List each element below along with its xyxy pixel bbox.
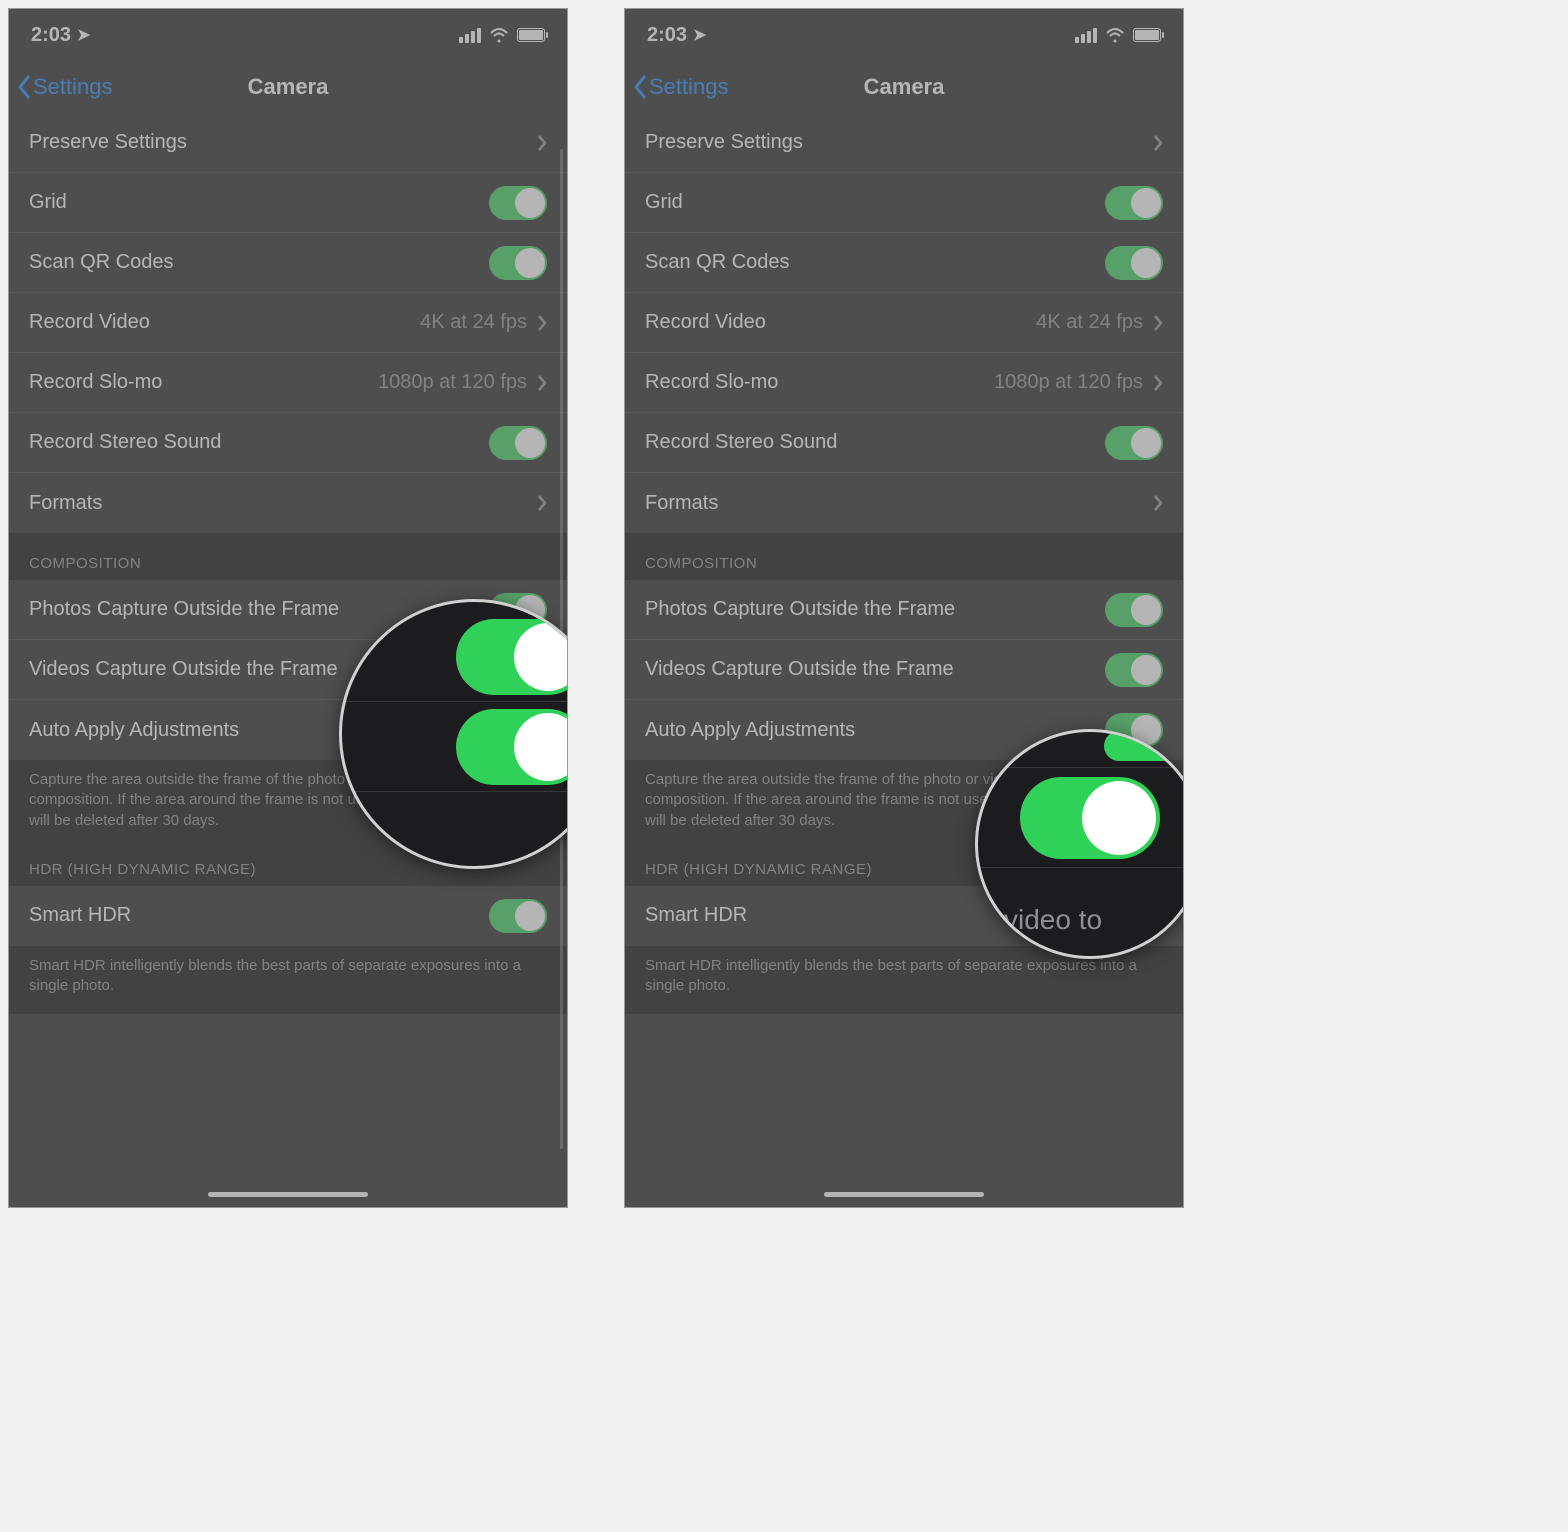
- row-scan-qr[interactable]: Scan QR Codes: [625, 233, 1183, 293]
- wifi-icon: [1105, 27, 1125, 43]
- chevron-right-icon: [1153, 375, 1163, 391]
- toggle-photos-outside[interactable]: [1105, 593, 1163, 627]
- row-scan-qr[interactable]: Scan QR Codes: [9, 233, 567, 293]
- row-record-slomo[interactable]: Record Slo-mo 1080p at 120 fps: [625, 353, 1183, 413]
- mag-toggle-videos-outside[interactable]: [456, 709, 568, 785]
- mag-toggle-photos-outside[interactable]: [456, 619, 568, 695]
- nav-bar: Settings Camera: [9, 61, 567, 113]
- mag-footer-text: video to: [1004, 904, 1102, 936]
- chevron-right-icon: [537, 135, 547, 151]
- row-grid[interactable]: Grid: [9, 173, 567, 233]
- cellular-icon: [1075, 28, 1097, 43]
- mag-toggle-auto-apply[interactable]: [1020, 777, 1160, 859]
- row-formats[interactable]: Formats: [9, 473, 567, 533]
- toggle-qr[interactable]: [1105, 246, 1163, 280]
- mag-partial-toggle: [1104, 731, 1184, 761]
- section-composition-header: COMPOSITION: [9, 533, 567, 580]
- home-indicator[interactable]: [824, 1192, 984, 1197]
- chevron-left-icon: [17, 74, 33, 100]
- battery-icon: [517, 28, 545, 42]
- toggle-qr[interactable]: [489, 246, 547, 280]
- phone-left: 2:03 ➤ Settings Camera Preserve Settings…: [8, 8, 568, 1208]
- status-time: 2:03: [647, 24, 687, 47]
- row-record-slomo[interactable]: Record Slo-mo 1080p at 120 fps: [9, 353, 567, 413]
- toggle-stereo[interactable]: [489, 426, 547, 460]
- magnifier-right: video to: [975, 729, 1184, 959]
- chevron-right-icon: [1153, 315, 1163, 331]
- row-photos-outside[interactable]: Photos Capture Outside the Frame: [625, 580, 1183, 640]
- location-icon: ➤: [693, 25, 706, 45]
- wifi-icon: [489, 27, 509, 43]
- row-record-video[interactable]: Record Video 4K at 24 fps: [625, 293, 1183, 353]
- toggle-grid[interactable]: [489, 186, 547, 220]
- section-composition-header: COMPOSITION: [625, 533, 1183, 580]
- chevron-right-icon: [537, 495, 547, 511]
- home-indicator[interactable]: [208, 1192, 368, 1197]
- chevron-right-icon: [1153, 135, 1163, 151]
- row-preserve-settings[interactable]: Preserve Settings: [9, 113, 567, 173]
- row-stereo[interactable]: Record Stereo Sound: [9, 413, 567, 473]
- status-time: 2:03: [31, 24, 71, 47]
- hdr-footer: Smart HDR intelligently blends the best …: [9, 946, 567, 1015]
- row-stereo[interactable]: Record Stereo Sound: [625, 413, 1183, 473]
- toggle-stereo[interactable]: [1105, 426, 1163, 460]
- row-smart-hdr[interactable]: Smart HDR: [9, 886, 567, 946]
- back-button[interactable]: Settings: [633, 74, 729, 100]
- status-bar: 2:03 ➤: [625, 9, 1183, 61]
- row-grid[interactable]: Grid: [625, 173, 1183, 233]
- chevron-right-icon: [537, 315, 547, 331]
- chevron-left-icon: [633, 74, 649, 100]
- phone-right: 2:03 ➤ Settings Camera Preserve Settings…: [624, 8, 1184, 1208]
- back-button[interactable]: Settings: [17, 74, 113, 100]
- toggle-smart-hdr[interactable]: [489, 899, 547, 933]
- status-bar: 2:03 ➤: [9, 9, 567, 61]
- row-formats[interactable]: Formats: [625, 473, 1183, 533]
- nav-bar: Settings Camera: [625, 61, 1183, 113]
- back-label: Settings: [33, 74, 113, 100]
- row-record-video[interactable]: Record Video 4K at 24 fps: [9, 293, 567, 353]
- row-videos-outside[interactable]: Videos Capture Outside the Frame: [625, 640, 1183, 700]
- toggle-videos-outside[interactable]: [1105, 653, 1163, 687]
- row-preserve-settings[interactable]: Preserve Settings: [625, 113, 1183, 173]
- location-icon: ➤: [77, 25, 90, 45]
- battery-icon: [1133, 28, 1161, 42]
- magnifier-left: [339, 599, 568, 869]
- cellular-icon: [459, 28, 481, 43]
- chevron-right-icon: [537, 375, 547, 391]
- chevron-right-icon: [1153, 495, 1163, 511]
- toggle-grid[interactable]: [1105, 186, 1163, 220]
- back-label: Settings: [649, 74, 729, 100]
